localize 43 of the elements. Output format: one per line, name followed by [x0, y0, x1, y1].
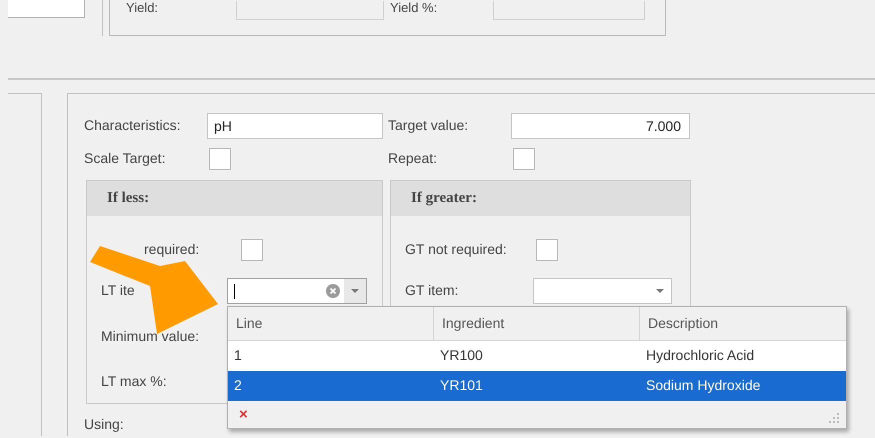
caret-icon	[351, 289, 359, 293]
column-header[interactable]: Ingredient	[434, 307, 640, 340]
caret-icon	[656, 289, 664, 293]
field-label: Target value:	[388, 117, 468, 133]
table-cell: Hydrochloric Acid	[646, 347, 754, 363]
field-label: Scale Target:	[84, 150, 166, 166]
field-label: Yield %:	[390, 1, 438, 15]
field-label: Using:	[84, 416, 124, 432]
text-cursor	[234, 284, 235, 298]
text-field[interactable]	[236, 1, 384, 20]
resize-grip-icon[interactable]	[828, 412, 840, 424]
field-label: required:	[144, 241, 200, 257]
field-label: GT item:	[405, 282, 458, 298]
text-field[interactable]	[493, 1, 645, 20]
field-label: Characteristics:	[84, 117, 180, 133]
column-header[interactable]: Line	[228, 307, 434, 340]
field-label: GT not required:	[405, 241, 507, 257]
field-label: LT ite	[101, 282, 135, 298]
column-header[interactable]: Description	[640, 307, 846, 340]
group-header: If greater:	[391, 181, 690, 216]
checkbox[interactable]	[536, 239, 558, 261]
table-row[interactable]: 2 YR101 Sodium Hydroxide	[228, 371, 846, 401]
combo-box[interactable]	[227, 278, 367, 304]
text-field[interactable]: pH	[207, 113, 383, 139]
field-label: LT max %:	[101, 372, 167, 390]
clear-button[interactable]: ×	[239, 407, 248, 422]
text-field[interactable]	[8, 0, 85, 18]
checkbox[interactable]	[513, 148, 535, 170]
table-row[interactable]: 1 YR100 Hydrochloric Acid	[228, 341, 846, 371]
dropdown-button[interactable]	[344, 279, 366, 303]
table-cell: 2	[234, 377, 242, 393]
checkbox[interactable]	[241, 239, 263, 261]
field-label: Minimum value:	[101, 326, 200, 346]
field-label: Repeat:	[388, 150, 438, 166]
table-cell: YR101	[440, 377, 483, 393]
checkbox[interactable]	[209, 148, 231, 170]
text-field[interactable]: 7.000	[511, 113, 690, 139]
clear-icon[interactable]	[326, 284, 340, 298]
table-cell: YR100	[440, 347, 483, 363]
group-header: If less:	[87, 181, 382, 216]
table-cell: 1	[234, 347, 242, 363]
table-cell: Sodium Hydroxide	[646, 377, 760, 393]
field-label: Yield:	[126, 1, 160, 15]
